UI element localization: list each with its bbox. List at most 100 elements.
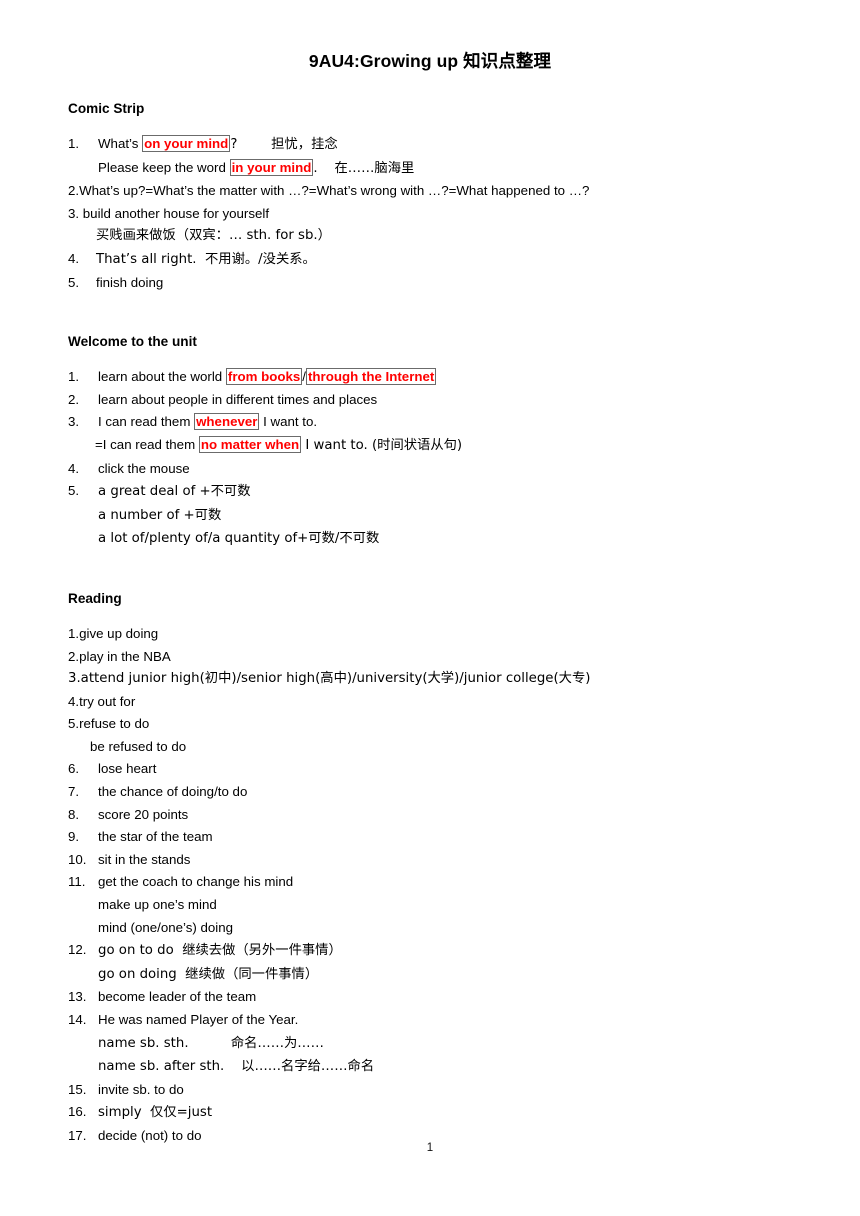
list-text-pre: He was named Player of the Year. xyxy=(98,1012,299,1027)
list-item: 1. What’s on your mind? 担忧，挂念 xyxy=(68,133,800,157)
list-item: =I can read them no matter when I want t… xyxy=(68,434,800,458)
list-text-post: . 在……脑海里 xyxy=(313,160,415,176)
section-heading-welcome: Welcome to the unit xyxy=(68,334,197,350)
list-item: 1. learn about the world from books / throu… xyxy=(68,366,800,389)
list-item: 5. finish doing xyxy=(68,272,800,295)
list-item: 5.refuse to do xyxy=(68,713,800,736)
list-item: Please keep the word in your mind. 在……脑海… xyxy=(68,157,800,181)
list-number: 9. xyxy=(68,829,80,845)
list-text-pre: What’s xyxy=(98,136,143,151)
highlight-on-your-mind: on your mind xyxy=(142,135,231,152)
list-text-pre: I can read them xyxy=(98,414,195,430)
list-item: 8. score 20 points xyxy=(68,804,800,827)
list-item: a number of +可数 xyxy=(68,504,800,528)
list-item: 15. invite sb. to do xyxy=(68,1079,800,1102)
list-text-pre: learn about people in different times an… xyxy=(98,391,378,407)
list-number: 11. xyxy=(68,874,86,890)
list-text-pre: name sb. sth. 命名……为…… xyxy=(98,1035,324,1051)
list-item: name sb. after sth. 以……名字给……命名 xyxy=(68,1055,800,1079)
list-text-pre: the chance of doing/to do xyxy=(98,784,248,800)
list-text-pre: go on doing 继续做（同一件事情） xyxy=(98,966,319,982)
list-number: 10. xyxy=(68,851,87,867)
list-text-pre: a number of +可数 xyxy=(98,507,222,523)
list-item: 3. build another house for yourself xyxy=(68,203,800,226)
list-item: 3.attend junior high(初中)/senior high(高中)… xyxy=(68,668,800,691)
document-body: Comic Strip 1. What’s on your mind? 担忧，挂念… xyxy=(68,73,800,1148)
highlight-whenever: whenever xyxy=(194,413,260,431)
list-text-pre: mind (one/one’s) doing xyxy=(98,919,234,935)
list-text-pre: finish doing xyxy=(96,274,164,290)
list-item: 1.give up doing xyxy=(68,623,800,646)
list-item: 5. a great deal of +不可数 xyxy=(68,480,800,504)
list-text-pre: 2.play in the NBA xyxy=(68,648,171,664)
list-item: go on doing 继续做（同一件事情） xyxy=(68,963,800,987)
list-text-pre: go on to do 继续去做（另外一件事情） xyxy=(98,943,342,959)
list-item: 10. sit in the stands xyxy=(68,849,800,872)
page-number: 1 xyxy=(426,1142,434,1154)
list-item: 2.play in the NBA xyxy=(68,646,800,669)
section-reading: Reading 1.give up doing 2.play in the NB… xyxy=(68,589,800,1148)
list-number: 15. xyxy=(68,1081,87,1097)
list-item: 16. simply 仅仅=just xyxy=(68,1101,800,1125)
list-number: 12. xyxy=(68,942,87,958)
list-number: 14. xyxy=(68,1012,87,1027)
highlight-no-matter-when: no matter when xyxy=(198,435,302,453)
list-number: 5. xyxy=(68,483,80,499)
list-item: 6. lose heart xyxy=(68,758,800,781)
list-item: a lot of/plenty of/a quantity of+可数/不可数 xyxy=(68,527,800,551)
list-text-post: I want to. (时间状语从句) xyxy=(301,437,463,453)
list-text-pre: 3.attend junior high(初中)/senior high(高中)… xyxy=(68,671,591,687)
list-text-pre: click the mouse xyxy=(98,460,190,476)
list-text-pre: a lot of/plenty of/a quantity of+可数/不可数 xyxy=(98,531,380,547)
list-item: 4. click the mouse xyxy=(68,458,800,481)
list-number: 1. xyxy=(68,136,80,151)
list-text-post: ? 担忧，挂念 xyxy=(230,137,338,152)
list-number: 8. xyxy=(68,806,80,822)
list-text-pre: =I can read them xyxy=(95,436,199,452)
highlight-from-books: from books xyxy=(225,368,303,386)
list-text-pre: 买贱画来做饭（双宾：… sth. for sb.） xyxy=(96,228,331,244)
list-text-pre: be refused to do xyxy=(90,738,187,754)
list-number: 2. xyxy=(68,391,80,407)
list-text-pre: become leader of the team xyxy=(98,989,257,1005)
list-number: 5. xyxy=(68,274,80,290)
list-number: 3. xyxy=(68,414,80,430)
list-item: name sb. sth. 命名……为…… xyxy=(68,1032,800,1056)
list-item: 4. That’s all right. 不用谢。/没关系。 xyxy=(68,248,800,272)
list-item: 2. learn about people in different times … xyxy=(68,389,800,412)
list-item: 4.try out for xyxy=(68,691,800,714)
list-text-pre: score 20 points xyxy=(98,806,189,822)
list-text-pre: make up one’s mind xyxy=(98,897,217,913)
list-item: 3. I can read them whenever I want to. xyxy=(68,411,800,434)
list-text-pre: 5.refuse to do xyxy=(68,716,150,732)
list-number: 6. xyxy=(68,761,80,777)
section-comic-strip: Comic Strip 1. What’s on your mind? 担忧，挂念… xyxy=(68,99,800,294)
list-item: mind (one/one’s) doing xyxy=(68,917,800,940)
list-item: 买贱画来做饭（双宾：… sth. for sb.） xyxy=(68,225,800,248)
list-item: 13. become leader of the team xyxy=(68,986,800,1009)
list-number: 1. xyxy=(68,369,80,385)
list-text-pre: a great deal of +不可数 xyxy=(98,484,251,500)
list-text-pre: sit in the stands xyxy=(98,851,191,867)
section-heading-reading: Reading xyxy=(68,590,122,606)
page-title: 9AU4:Growing up 知识点整理 xyxy=(308,51,552,71)
list-item: 7. the chance of doing/to do xyxy=(68,781,800,804)
list-text-pre: learn about the world xyxy=(98,369,226,385)
list-text-pre: lose heart xyxy=(98,761,157,777)
list-item: 9. the star of the team xyxy=(68,826,800,849)
list-text-pre: 3. build another house for yourself xyxy=(68,205,270,221)
list-number: 7. xyxy=(68,784,80,800)
list-text-pre: simply 仅仅=just xyxy=(98,1105,213,1121)
list-text-pre: 2.What’s up?=What’s the matter with …?=W… xyxy=(68,183,590,199)
list-text-pre: 4.try out for xyxy=(68,693,136,709)
list-number: 4. xyxy=(68,250,80,266)
document-page: 9AU4:Growing up 知识点整理 Comic Strip 1. What… xyxy=(0,0,860,1216)
list-text-pre: That’s all right. 不用谢。/没关系。 xyxy=(96,251,316,267)
list-text-pre: decide (not) to do xyxy=(98,1127,202,1143)
list-item: 12. go on to do 继续去做（另外一件事情） xyxy=(68,939,800,963)
list-text-pre: invite sb. to do xyxy=(98,1081,184,1097)
